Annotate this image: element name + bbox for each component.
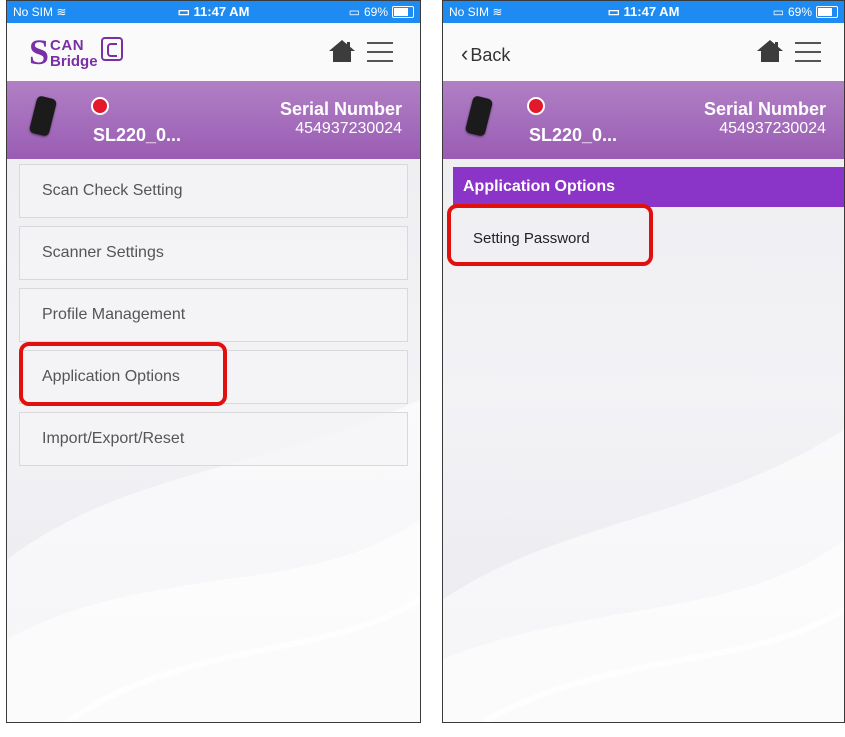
nav-bar: ‹ Back bbox=[443, 23, 844, 81]
connection-status-dot bbox=[91, 97, 109, 115]
logo-scanner-icon bbox=[101, 37, 123, 61]
carrier-label: No SIM bbox=[449, 5, 490, 19]
phone-screen-right: No SIM ≋ ▭ 11:47 AM ▭ 69% ‹ Back SL220_0..… bbox=[442, 0, 845, 723]
menu-item-scanner-settings[interactable]: Scanner Settings bbox=[19, 226, 408, 280]
screen-mirror-icon: ▭ bbox=[607, 4, 620, 19]
chevron-left-icon: ‹ bbox=[461, 41, 469, 66]
back-button[interactable]: ‹ Back bbox=[461, 41, 510, 67]
menu-item-label: Import/Export/Reset bbox=[42, 430, 185, 447]
device-name: SL220_0... bbox=[529, 125, 618, 145]
nav-bar: S CAN Bridge bbox=[7, 23, 420, 81]
menu-item-label: Scan Check Setting bbox=[42, 182, 183, 199]
hamburger-menu-icon[interactable] bbox=[795, 41, 821, 63]
menu-item-scan-check-setting[interactable]: Scan Check Setting bbox=[19, 164, 408, 218]
status-time: 11:47 AM bbox=[623, 4, 680, 19]
menu-item-profile-management[interactable]: Profile Management bbox=[19, 288, 408, 342]
scanner-device-icon bbox=[28, 95, 58, 137]
back-label: Back bbox=[470, 45, 511, 65]
home-icon[interactable] bbox=[328, 39, 356, 63]
phone-screen-left: No SIM ≋ ▭ 11:47 AM ▭ 69% S CAN Bridge SL… bbox=[6, 0, 421, 723]
battery-percent: 69% bbox=[363, 5, 388, 19]
status-bar: No SIM ≋ ▭ 11:47 AM ▭ 69% bbox=[443, 1, 844, 23]
highlight-setting-password bbox=[447, 204, 653, 266]
serial-number-value: 454937230024 bbox=[719, 120, 826, 137]
device-name: SL220_0... bbox=[93, 125, 182, 145]
scanbridge-logo: S CAN Bridge bbox=[29, 32, 123, 72]
serial-number-label: Serial Number bbox=[279, 99, 402, 119]
serial-number-label: Serial Number bbox=[703, 99, 826, 119]
settings-menu: Scan Check Setting Scanner Settings Prof… bbox=[19, 164, 408, 474]
section-title: Application Options bbox=[463, 178, 615, 195]
status-bar: No SIM ≋ ▭ 11:47 AM ▭ 69% bbox=[7, 1, 420, 23]
logo-text-bridge: Bridge bbox=[50, 53, 98, 70]
carrier-label: No SIM bbox=[13, 5, 54, 19]
logo-text-scan: CAN bbox=[50, 37, 85, 54]
highlight-application-options bbox=[19, 342, 227, 406]
menu-item-label: Profile Management bbox=[42, 306, 186, 323]
battery-icon bbox=[816, 6, 838, 18]
home-icon[interactable] bbox=[756, 39, 784, 63]
screen-mirror-icon: ▭ bbox=[177, 4, 190, 19]
screen-mirror-icon: ▭ bbox=[772, 5, 784, 19]
hamburger-menu-icon[interactable] bbox=[367, 41, 393, 63]
menu-item-label: Scanner Settings bbox=[42, 244, 164, 261]
wifi-icon: ≋ bbox=[56, 5, 67, 19]
serial-number-value: 454937230024 bbox=[295, 120, 402, 137]
status-time: 11:47 AM bbox=[193, 4, 250, 19]
wifi-icon: ≋ bbox=[492, 5, 503, 19]
connection-status-dot bbox=[527, 97, 545, 115]
screen-mirror-icon: ▭ bbox=[348, 5, 360, 19]
logo-letter-s: S bbox=[29, 32, 50, 72]
device-info-bar: SL220_0... Serial Number 454937230024 bbox=[7, 81, 420, 159]
battery-percent: 69% bbox=[787, 5, 812, 19]
section-header-application-options: Application Options bbox=[453, 167, 844, 207]
menu-item-import-export-reset[interactable]: Import/Export/Reset bbox=[19, 412, 408, 466]
device-info-bar: SL220_0... Serial Number 454937230024 bbox=[443, 81, 844, 159]
scanner-device-icon bbox=[464, 95, 494, 137]
battery-icon bbox=[392, 6, 414, 18]
